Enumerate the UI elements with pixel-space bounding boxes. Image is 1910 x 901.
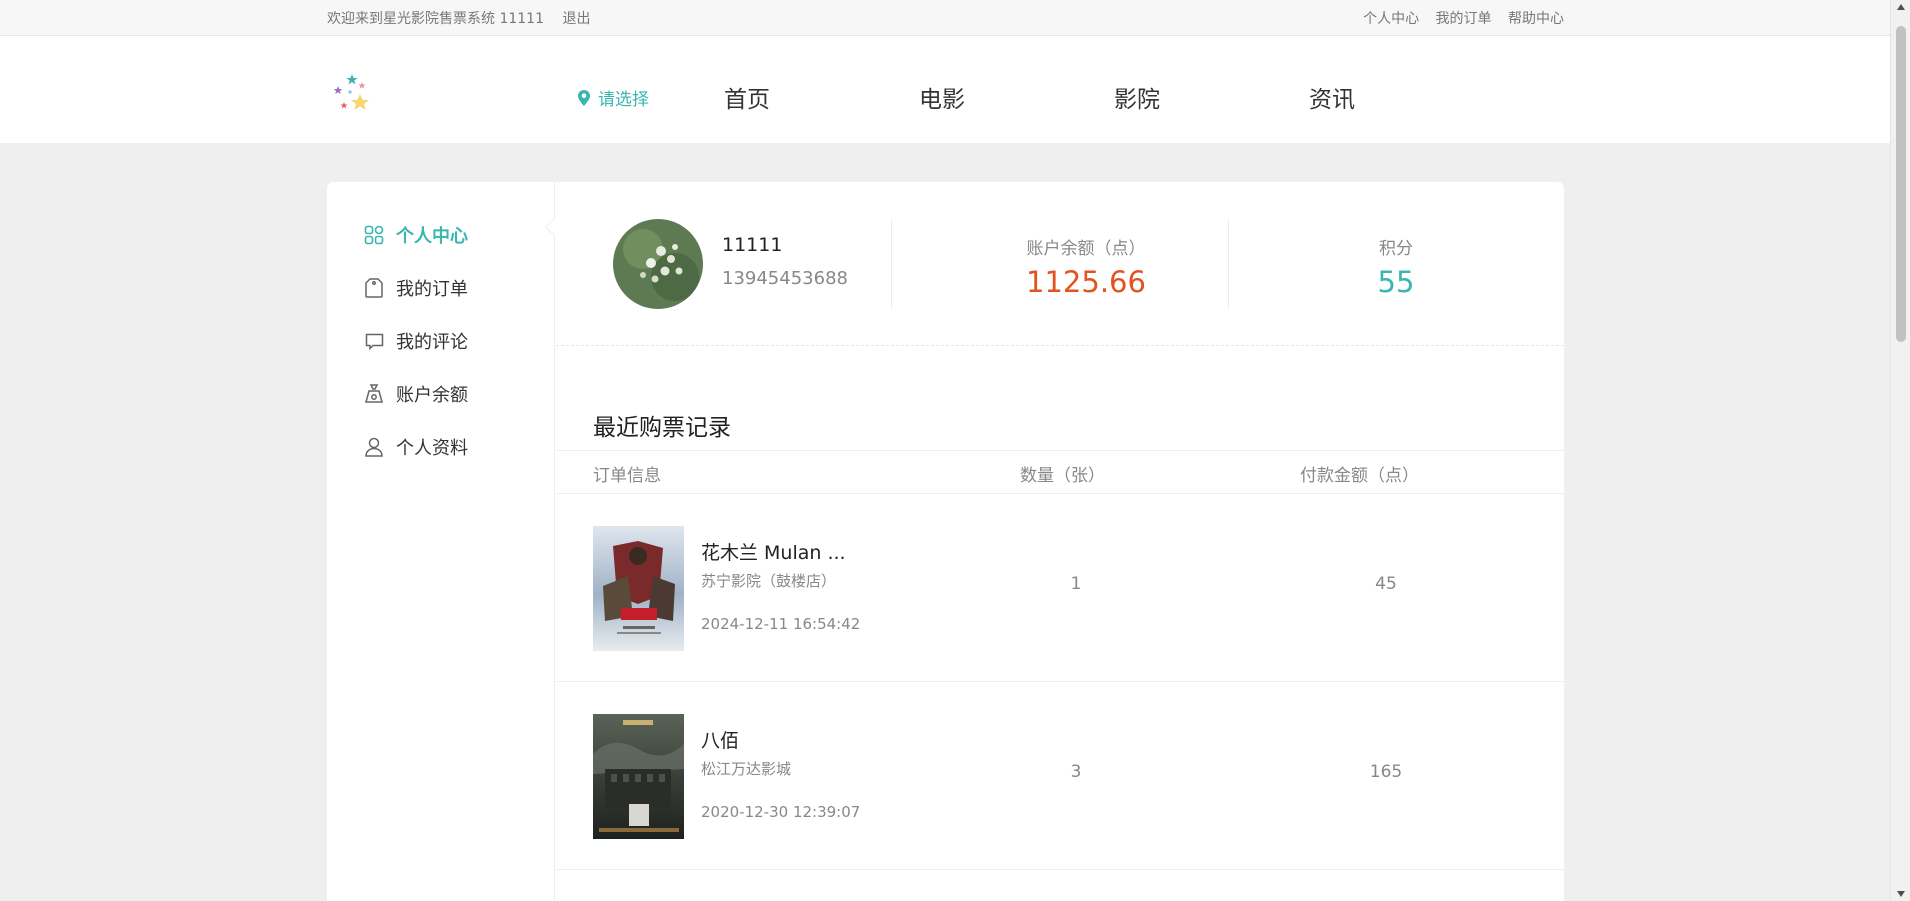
sidebar-item-comments[interactable]: 我的评论 (363, 328, 468, 354)
records-table-header: 订单信息 数量（张） 付款金额（点） (556, 450, 1564, 494)
payment-amount: 45 (1375, 574, 1397, 594)
cinema-name: 苏宁影院（鼓楼店） (701, 572, 837, 590)
points-value: 55 (1377, 265, 1415, 299)
col-order-info: 订单信息 (593, 466, 661, 486)
nav-news[interactable]: 资讯 (1309, 80, 1504, 114)
divider (1228, 219, 1229, 309)
movie-poster-babai[interactable] (593, 714, 684, 839)
location-pin-icon (578, 89, 590, 106)
sidebar-item-balance[interactable]: 账户余额 (363, 381, 468, 407)
sidebar-item-label: 我的订单 (396, 279, 468, 300)
site-header: 请选择 首页 电影 影院 资讯 (0, 36, 1890, 143)
bag-icon (363, 277, 385, 299)
points-label: 积分 (1379, 239, 1413, 259)
divider (891, 219, 892, 309)
city-selector[interactable]: 请选择 (578, 85, 649, 110)
top-link-profile[interactable]: 个人中心 (1363, 11, 1419, 27)
sidebar-item-label: 个人中心 (396, 226, 468, 247)
user-center-panel: 个人中心 我的订单 我的评论 账户余额 个人资料 11111 139454536… (327, 182, 1564, 901)
comment-icon (363, 330, 385, 352)
avatar[interactable] (613, 219, 703, 309)
phone-number: 13945453688 (722, 268, 848, 289)
nav-home[interactable]: 首页 (724, 80, 919, 114)
main-content: 11111 13945453688 账户余额（点） 1125.66 积分 55 … (556, 182, 1564, 901)
wallet-icon (363, 383, 385, 405)
table-row[interactable]: 八佰 松江万达影城 2020-12-30 12:39:07 3 165 (556, 682, 1564, 870)
grid-icon (363, 224, 385, 246)
movie-poster-mulan[interactable] (593, 526, 684, 651)
scroll-down-arrow-icon[interactable] (1897, 891, 1905, 897)
ticket-quantity: 1 (1070, 574, 1082, 594)
ticket-quantity: 3 (1070, 762, 1082, 782)
col-amount: 付款金额（点） (1300, 466, 1419, 486)
welcome-text: 欢迎来到星光影院售票系统 11111 (327, 11, 544, 27)
logout-link[interactable]: 退出 (562, 11, 590, 27)
nav-cinemas[interactable]: 影院 (1114, 80, 1309, 114)
order-time: 2020-12-30 12:39:07 (701, 803, 861, 821)
page-scrollbar[interactable] (1890, 0, 1910, 901)
movie-title[interactable]: 八佰 (701, 726, 739, 753)
cinema-name: 松江万达影城 (701, 760, 792, 778)
sidebar-item-personal-info[interactable]: 个人资料 (363, 434, 468, 460)
profile-summary: 11111 13945453688 账户余额（点） 1125.66 积分 55 (556, 182, 1564, 346)
sidebar-item-orders[interactable]: 我的订单 (363, 275, 468, 301)
balance-value: 1125.66 (1026, 265, 1146, 299)
movie-title[interactable]: 花木兰 Mulan ... (701, 538, 846, 565)
sidebar: 个人中心 我的订单 我的评论 账户余额 个人资料 (327, 182, 565, 901)
scrollbar-thumb[interactable] (1896, 26, 1906, 342)
top-bar: 欢迎来到星光影院售票系统 11111 退出 个人中心 我的订单 帮助中心 (0, 0, 1890, 36)
username: 11111 (722, 234, 783, 256)
main-nav: 首页 电影 影院 资讯 (724, 80, 1504, 114)
recent-records-title: 最近购票记录 (593, 415, 731, 441)
scroll-up-arrow-icon[interactable] (1897, 4, 1905, 10)
sidebar-item-label: 账户余额 (396, 385, 468, 406)
user-icon (363, 436, 385, 458)
sidebar-item-profile-center[interactable]: 个人中心 (363, 222, 468, 248)
order-time: 2024-12-11 16:54:42 (701, 615, 861, 633)
points-stat: 积分 55 (1336, 234, 1456, 299)
payment-amount: 165 (1369, 762, 1403, 782)
top-link-help[interactable]: 帮助中心 (1508, 11, 1564, 27)
sidebar-item-label: 个人资料 (396, 438, 468, 459)
top-link-orders[interactable]: 我的订单 (1436, 11, 1492, 27)
table-row[interactable]: 花木兰 Mulan ... 苏宁影院（鼓楼店） 2024-12-11 16:54… (556, 494, 1564, 682)
sidebar-item-label: 我的评论 (396, 332, 468, 353)
logo-stars-icon[interactable] (330, 72, 374, 116)
balance-label: 账户余额（点） (1026, 239, 1146, 259)
city-label: 请选择 (598, 90, 649, 110)
balance-stat: 账户余额（点） 1125.66 (986, 234, 1186, 299)
nav-movies[interactable]: 电影 (919, 80, 1114, 114)
col-quantity: 数量（张） (1020, 466, 1105, 486)
